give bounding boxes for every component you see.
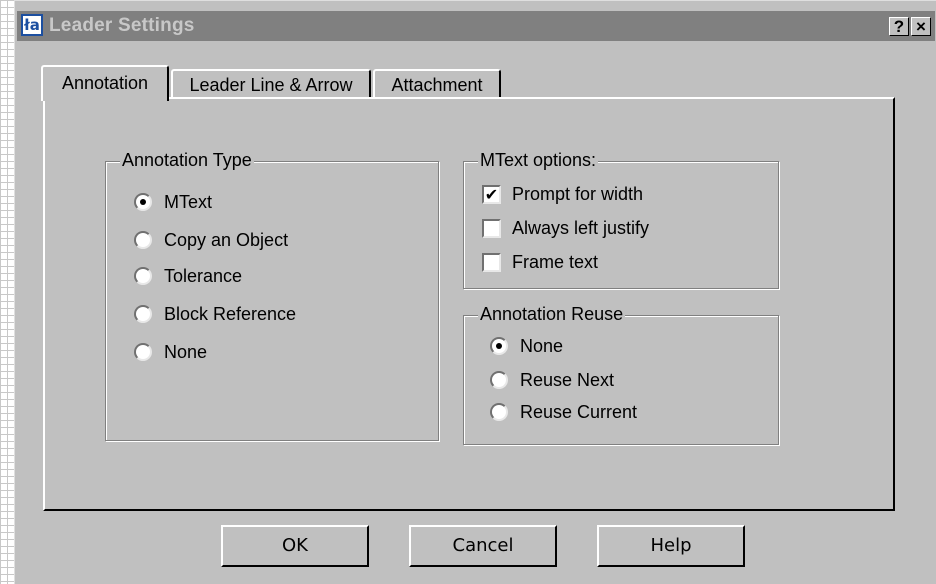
checkbox-always-left-justify-box[interactable]	[482, 219, 501, 238]
radio-type-none-label: None	[164, 342, 208, 362]
app-icon: ła	[21, 14, 43, 36]
radio-tolerance-indicator[interactable]	[134, 267, 152, 285]
help-question-button[interactable]: ?	[889, 17, 909, 36]
annotation-reuse-legend: Annotation Reuse	[478, 304, 626, 325]
checkbox-prompt-for-width-box[interactable]: ✔	[482, 185, 501, 204]
close-button[interactable]: ×	[911, 17, 931, 36]
mtext-options-group: MText options: ✔ Prompt for width Always…	[463, 150, 779, 289]
radio-block-reference-label: Block Reference	[164, 304, 297, 324]
tab-annotation[interactable]: Annotation	[41, 65, 169, 101]
background-grid	[0, 0, 14, 584]
checkbox-always-left-justify-label: Always left justify	[512, 218, 650, 238]
ok-button[interactable]: OK	[221, 525, 369, 567]
radio-tolerance-label: Tolerance	[164, 266, 243, 286]
tab-annotation-label: Annotation	[61, 73, 149, 93]
mtext-options-legend: MText options:	[478, 150, 599, 171]
tab-leader-line-arrow-label: Leader Line & Arrow	[189, 75, 353, 95]
checkbox-frame-text-label: Frame text	[512, 252, 599, 272]
radio-reuse-none-indicator[interactable]	[490, 337, 508, 355]
checkbox-prompt-for-width-label: Prompt for width	[512, 184, 644, 204]
title-bar[interactable]: ła Leader Settings ? ×	[17, 11, 935, 41]
radio-copy-an-object-indicator[interactable]	[134, 231, 152, 249]
tab-leader-line-arrow[interactable]: Leader Line & Arrow	[171, 69, 371, 99]
radio-reuse-current-label: Reuse Current	[520, 402, 638, 422]
radio-type-none-indicator[interactable]	[134, 343, 152, 361]
radio-reuse-next-label: Reuse Next	[520, 370, 615, 390]
radio-mtext-indicator[interactable]	[134, 193, 152, 211]
radio-block-reference-indicator[interactable]	[134, 305, 152, 323]
dialog-title: Leader Settings	[49, 15, 195, 36]
radio-mtext-label: MText	[164, 192, 213, 212]
radio-copy-an-object-label: Copy an Object	[164, 230, 289, 250]
annotation-reuse-group: Annotation Reuse None Reuse Next Reuse C…	[463, 304, 779, 445]
help-button[interactable]: Help	[597, 525, 745, 567]
annotation-type-legend: Annotation Type	[120, 150, 254, 171]
radio-reuse-current-indicator[interactable]	[490, 403, 508, 421]
radio-reuse-none-label: None	[520, 336, 564, 356]
leader-settings-dialog: ła Leader Settings ? × Annotation Leader…	[14, 0, 936, 584]
annotation-type-group: Annotation Type MText Copy an Object Tol…	[105, 150, 439, 441]
tab-attachment-label: Attachment	[391, 75, 483, 95]
radio-reuse-next-indicator[interactable]	[490, 371, 508, 389]
cancel-button[interactable]: Cancel	[409, 525, 557, 567]
checkbox-frame-text-box[interactable]	[482, 253, 501, 272]
tab-attachment[interactable]: Attachment	[373, 69, 501, 99]
